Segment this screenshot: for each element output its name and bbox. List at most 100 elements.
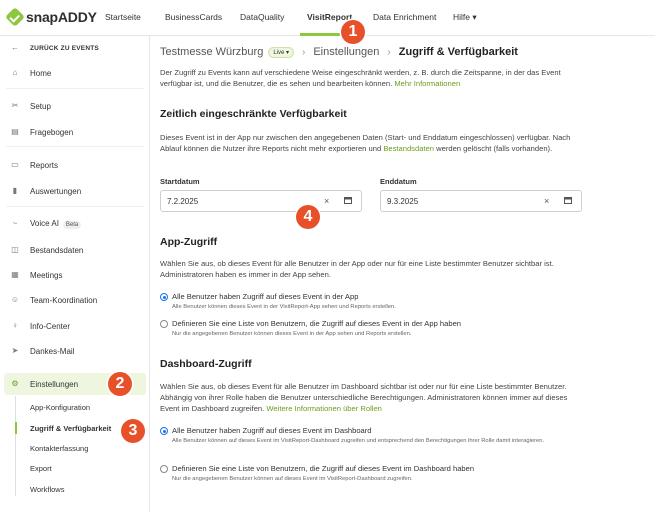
breadcrumb-section[interactable]: Einstellungen: [313, 46, 379, 58]
roles-info-link[interactable]: Weitere Informationen über Rollen: [266, 404, 382, 413]
intro-text: Der Zugriff zu Events kann auf verschied…: [160, 67, 585, 89]
sidebar-item-label: Setup: [30, 101, 51, 111]
sidebar-item-voice-ai[interactable]: ~ Voice AI Beta: [0, 214, 150, 234]
divider: [6, 206, 144, 207]
sidebar-item-dankes-mail[interactable]: ➤ Dankes-Mail: [0, 341, 150, 361]
calendar-icon[interactable]: [344, 196, 352, 204]
sidebar-item-meetings[interactable]: ▦ Meetings: [0, 265, 150, 285]
subnav-export[interactable]: Export: [30, 464, 52, 473]
sidebar-item-fragebogen[interactable]: ▤ Fragebogen: [0, 122, 150, 142]
sidebar-item-label: Team-Koordination: [30, 295, 98, 305]
app-access-text: Wählen Sie aus, ob dieses Event für alle…: [160, 259, 554, 279]
clear-icon[interactable]: ×: [324, 196, 329, 206]
clear-icon[interactable]: ×: [544, 196, 549, 206]
breadcrumb-event[interactable]: Testmesse Würzburg: [160, 46, 263, 58]
callout-marker-1: 1: [341, 20, 365, 44]
chevron-right-icon: ›: [387, 46, 391, 58]
clipboard-icon: ▤: [11, 127, 19, 136]
report-icon: ▭: [11, 160, 19, 169]
app-access-heading: App-Zugriff: [160, 236, 218, 248]
voice-icon: ~: [12, 219, 18, 228]
availability-heading: Zeitlich eingeschränkte Verfügbarkeit: [160, 108, 347, 120]
dashboard-access-list-radio[interactable]: [160, 465, 168, 473]
sidebar-item-label: Einstellungen: [30, 379, 79, 389]
sidebar-item-info-center[interactable]: ♀ Info-Center: [0, 316, 150, 336]
dashboard-access-text: Wählen Sie aus, ob dieses Event für alle…: [160, 381, 585, 414]
settings-icon: ⚙: [11, 379, 19, 388]
arrow-left-icon: ←: [11, 43, 19, 52]
start-date-value: 7.2.2025: [167, 197, 199, 206]
dashboard-access-heading: Dashboard-Zugriff: [160, 358, 252, 370]
chevron-right-icon: ›: [302, 46, 306, 58]
end-date-label: Enddatum: [380, 177, 417, 186]
voice-ai-label: Voice AI: [30, 219, 59, 228]
top-navigation: snapADDY Startseite BusinessCards DataQu…: [0, 0, 655, 36]
nav-dataquality[interactable]: DataQuality: [240, 12, 284, 22]
app-access-all-label[interactable]: Alle Benutzer haben Zugriff auf dieses E…: [172, 292, 358, 301]
submenu-guide-line: [15, 396, 16, 496]
calendar-icon: ▦: [11, 270, 19, 279]
sidebar-item-label: Fragebogen: [30, 127, 74, 137]
availability-body-b: werden gelöscht (falls vorhanden).: [436, 144, 553, 153]
app-access-all-radio[interactable]: [160, 293, 168, 301]
bar-chart-icon: ▮: [12, 186, 18, 195]
dashboard-access-all-label[interactable]: Alle Benutzer haben Zugriff auf dieses E…: [172, 426, 372, 435]
start-date-label: Startdatum: [160, 177, 200, 186]
app-access-list-radio[interactable]: [160, 320, 168, 328]
callout-marker-4: 4: [296, 205, 320, 229]
bestandsdaten-link[interactable]: Bestandsdaten: [383, 144, 434, 153]
page-title: Zugriff & Verfügbarkeit: [398, 46, 518, 58]
nav-hilfe[interactable]: Hilfe ▾: [453, 12, 477, 23]
intro-body: Der Zugriff zu Events kann auf verschied…: [160, 68, 561, 88]
dashboard-access-list-label[interactable]: Definieren Sie eine Liste von Benutzern,…: [172, 464, 474, 473]
divider: [6, 146, 144, 147]
more-info-link[interactable]: Mehr Informationen: [394, 79, 460, 88]
home-icon: ⌂: [12, 68, 18, 77]
brand-name: snapADDY: [26, 9, 97, 25]
sidebar-item-home[interactable]: ⌂ Home: [0, 63, 150, 83]
sidebar-item-label: Dankes-Mail: [30, 346, 75, 356]
nav-businesscards[interactable]: BusinessCards: [165, 12, 222, 22]
subnav-workflows[interactable]: Workflows: [30, 485, 64, 494]
nav-startseite[interactable]: Startseite: [105, 12, 141, 22]
sidebar-item-auswertungen[interactable]: ▮ Auswertungen: [0, 181, 150, 201]
dashboard-access-list-description: Nur die angegebenen Benutzer können auf …: [172, 476, 413, 482]
end-date-field[interactable]: 9.3.2025 ×: [380, 190, 582, 212]
calendar-icon[interactable]: [564, 196, 572, 204]
sidebar-item-label: Auswertungen: [30, 186, 82, 196]
sidebar-item-team-koordination[interactable]: ☺ Team-Koordination: [0, 290, 150, 310]
end-date-value: 9.3.2025: [387, 197, 419, 206]
availability-text: Dieses Event ist in der App nur zwischen…: [160, 132, 585, 154]
book-icon: ◫: [11, 245, 19, 254]
sidebar-item-reports[interactable]: ▭ Reports: [0, 155, 150, 175]
sidebar-item-label: Home: [30, 68, 52, 78]
back-label: ZURÜCK ZU EVENTS: [30, 44, 99, 52]
brand-logo[interactable]: snapADDY: [5, 7, 97, 27]
nav-visitreport[interactable]: VisitReport: [307, 12, 352, 22]
callout-marker-2: 2: [108, 372, 132, 396]
sidebar-item-label: Meetings: [30, 270, 63, 280]
subnav-kontakterfassung[interactable]: Kontakterfassung: [30, 444, 88, 453]
back-to-events-link[interactable]: ← ZURÜCK ZU EVENTS: [0, 38, 150, 58]
divider: [6, 88, 144, 89]
sidebar-item-label: Reports: [30, 160, 59, 170]
sidebar-item-bestandsdaten[interactable]: ◫ Bestandsdaten: [0, 240, 150, 260]
breadcrumb: Testmesse Würzburg Live ▾ › Einstellunge…: [160, 46, 518, 58]
start-date-field[interactable]: 7.2.2025 ×: [160, 190, 362, 212]
tools-icon: ✂: [11, 101, 19, 110]
callout-marker-3: 3: [121, 419, 145, 443]
team-icon: ☺: [10, 295, 20, 304]
beta-badge: Beta: [62, 221, 82, 229]
send-icon: ➤: [11, 346, 19, 355]
live-status-badge[interactable]: Live ▾: [268, 46, 294, 58]
nav-data-enrichment[interactable]: Data Enrichment: [373, 12, 436, 22]
sidebar-item-label: Info-Center: [30, 321, 71, 331]
subnav-app-konfiguration[interactable]: App-Konfiguration: [30, 403, 90, 412]
dashboard-access-all-description: Alle Benutzer können auf dieses Event im…: [172, 438, 545, 444]
sidebar-item-setup[interactable]: ✂ Setup: [0, 96, 150, 116]
dashboard-access-all-radio[interactable]: [160, 427, 168, 435]
app-access-list-description: Nur die angegebenen Benutzer können dies…: [172, 331, 412, 337]
logo-icon: [5, 7, 25, 27]
subnav-zugriff-verfuegbarkeit[interactable]: Zugriff & Verfügbarkeit: [30, 424, 111, 433]
app-access-list-label[interactable]: Definieren Sie eine Liste von Benutzern,…: [172, 319, 461, 328]
